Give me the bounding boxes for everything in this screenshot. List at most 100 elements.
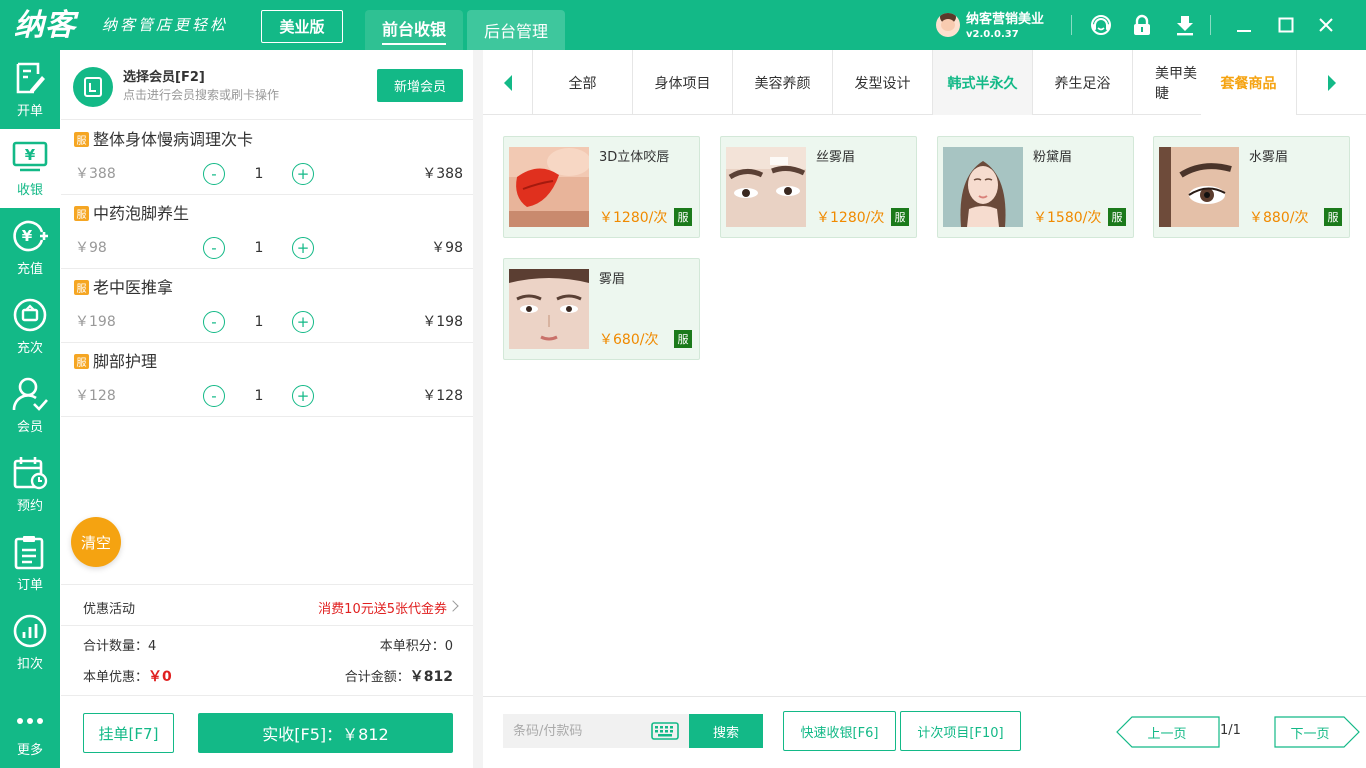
service-badge: 服 [891,208,909,226]
keyboard-icon[interactable] [651,722,679,744]
tab-front-cashier-label: 前台收银 [381,16,446,45]
order-summary: 合计数量：4 本单积分：0 本单优惠：￥0 合计金额：￥812 [61,628,473,696]
sidebar-item-orders[interactable]: 订单 [0,524,60,603]
category-tab-body[interactable]: 身体项目 [633,50,733,115]
tab-front-cashier[interactable]: 前台收银 [365,10,463,50]
qty-plus-button[interactable]: + [292,385,314,407]
prev-page-button[interactable]: 上一页 [1116,716,1220,748]
sidebar-item-label: 开单 [16,104,43,119]
next-page-button[interactable]: 下一页 [1274,716,1360,748]
sidebar-item-label: 预约 [16,499,43,514]
qty-minus-button[interactable]: - [203,311,225,333]
category-tab-hair[interactable]: 发型设计 [833,50,933,115]
order-points-label: 本单积分： [379,639,445,654]
category-prev-arrow-icon[interactable] [483,50,533,115]
category-tab-foot-spa[interactable]: 养生足浴 [1033,50,1133,115]
category-tab-beauty[interactable]: 美容养颜 [733,50,833,115]
cart-item-qty[interactable]: 1 [245,239,273,257]
minimize-icon[interactable] [1231,12,1257,38]
qty-minus-button[interactable]: - [203,237,225,259]
product-card[interactable]: 雾眉 ￥680/次 服 [503,258,700,360]
qty-plus-button[interactable]: + [292,163,314,185]
edition-button[interactable]: 美业版 [261,10,343,43]
product-price: ￥1280/次 [816,210,885,226]
cart-item-qty[interactable]: 1 [245,165,273,183]
sidebar-item-appointment[interactable]: 预约 [0,445,60,524]
cart-item[interactable]: 服 整体身体慢病调理次卡 ￥388 - 1 + ￥388 [61,121,473,195]
sidebar-item-member[interactable]: 会员 [0,366,60,445]
appointment-icon [13,457,48,490]
product-card[interactable]: 水雾眉 ￥880/次 服 [1153,136,1350,238]
header-divider [1071,15,1072,35]
service-badge: 服 [74,206,89,221]
qty-minus-button[interactable]: - [203,385,225,407]
sidebar-item-order[interactable]: 开单 [0,50,60,129]
search-button[interactable]: 搜索 [689,714,763,748]
category-tab-package[interactable]: 套餐商品 [1201,50,1296,115]
service-badge: 服 [1324,208,1342,226]
order-points-value: 0 [444,639,453,654]
sidebar-item-label: 充值 [16,262,43,277]
category-next-arrow-icon[interactable] [1296,50,1366,115]
sidebar-item-deduct[interactable]: 扣次 [0,603,60,682]
quick-cashier-button[interactable]: 快速收银[F6] [783,711,896,751]
sidebar-item-label: 会员 [16,420,43,435]
member-select-title[interactable]: 选择会员[F2] [123,69,205,86]
product-name: 丝雾眉 [816,150,856,165]
promo-value[interactable]: 消费10元送5张代金券 [318,598,447,617]
sidebar-item-label: 收银 [16,183,43,198]
cart-item-name: 中药泡脚养生 [93,204,190,223]
service-badge: 服 [74,132,89,147]
maximize-icon[interactable] [1273,12,1299,38]
product-price: ￥680/次 [599,332,659,348]
member-select-bar[interactable]: 选择会员[F2] 点击进行会员搜索或刷卡操作 新增会员 [61,50,473,120]
recharge-times-icon [13,298,47,332]
order-amount: 合计金额：￥812 [345,668,453,687]
chevron-right-icon[interactable] [447,600,459,612]
customer-service-icon[interactable] [1088,12,1114,38]
qty-plus-button[interactable]: + [292,311,314,333]
cart-item-total: ￥388 [422,166,463,182]
promo-row[interactable]: 优惠活动 消费10元送5张代金券 [61,584,473,626]
product-image [943,147,1023,227]
order-amount-label: 合计金额： [344,670,410,685]
count-items-button[interactable]: 计次项目[F10] [900,711,1021,751]
product-price: ￥880/次 [1249,210,1309,226]
close-icon[interactable] [1313,12,1339,38]
cart-item-qty[interactable]: 1 [245,387,273,405]
product-card[interactable]: 丝雾眉 ￥1280/次 服 [720,136,917,238]
checkout-button[interactable]: 实收[F5]：￥812 [198,713,453,753]
cart-item-qty[interactable]: 1 [245,313,273,331]
cart-item[interactable]: 服 中药泡脚养生 ￥98 - 1 + ￥98 [61,195,473,269]
more-icon [17,718,43,724]
cart-item-unit-price: ￥198 [75,314,116,330]
sidebar-item-recharge[interactable]: ¥ 充值 [0,208,60,287]
cart-item[interactable]: 服 老中医推拿 ￥198 - 1 + ￥198 [61,269,473,343]
category-tab-all[interactable]: 全部 [533,50,633,115]
product-card[interactable]: 粉黛眉 ￥1580/次 服 [937,136,1134,238]
lock-icon[interactable] [1129,12,1155,38]
sidebar: 开单 ¥ 收银 ¥ 充值 充次 会员 预约 订单 扣次 更多 [0,50,60,768]
cart-item[interactable]: 服 脚部护理 ￥128 - 1 + ￥128 [61,343,473,417]
sidebar-item-more[interactable]: 更多 [0,689,60,768]
order-edit-icon [16,62,45,94]
sidebar-item-cashier[interactable]: ¥ 收银 [0,129,60,208]
sidebar-item-recharge-times[interactable]: 充次 [0,287,60,366]
category-tab-semi-permanent[interactable]: 韩式半永久 [933,50,1033,115]
add-member-button[interactable]: 新增会员 [377,69,463,102]
product-card[interactable]: 3D立体咬唇 ￥1280/次 服 [503,136,700,238]
cart-item-unit-price: ￥388 [75,166,116,182]
qty-plus-button[interactable]: + [292,237,314,259]
total-qty-value: 4 [148,639,157,654]
bottom-toolbar: 搜索 快速收银[F6] 计次项目[F10] 上一页 1/1 下一页 [483,696,1366,768]
hold-order-button[interactable]: 挂单[F7] [83,713,174,753]
clear-cart-button[interactable]: 清空 [71,517,121,567]
product-price: ￥1580/次 [1033,210,1102,226]
qty-minus-button[interactable]: - [203,163,225,185]
next-page-label: 下一页 [1290,726,1330,742]
sidebar-item-label: 更多 [16,743,43,758]
download-icon[interactable] [1172,12,1198,38]
order-discount-value: ￥0 [148,669,172,685]
tab-back-office[interactable]: 后台管理 [467,10,565,50]
category-tab-nails[interactable]: 美甲美睫 [1133,50,1201,115]
